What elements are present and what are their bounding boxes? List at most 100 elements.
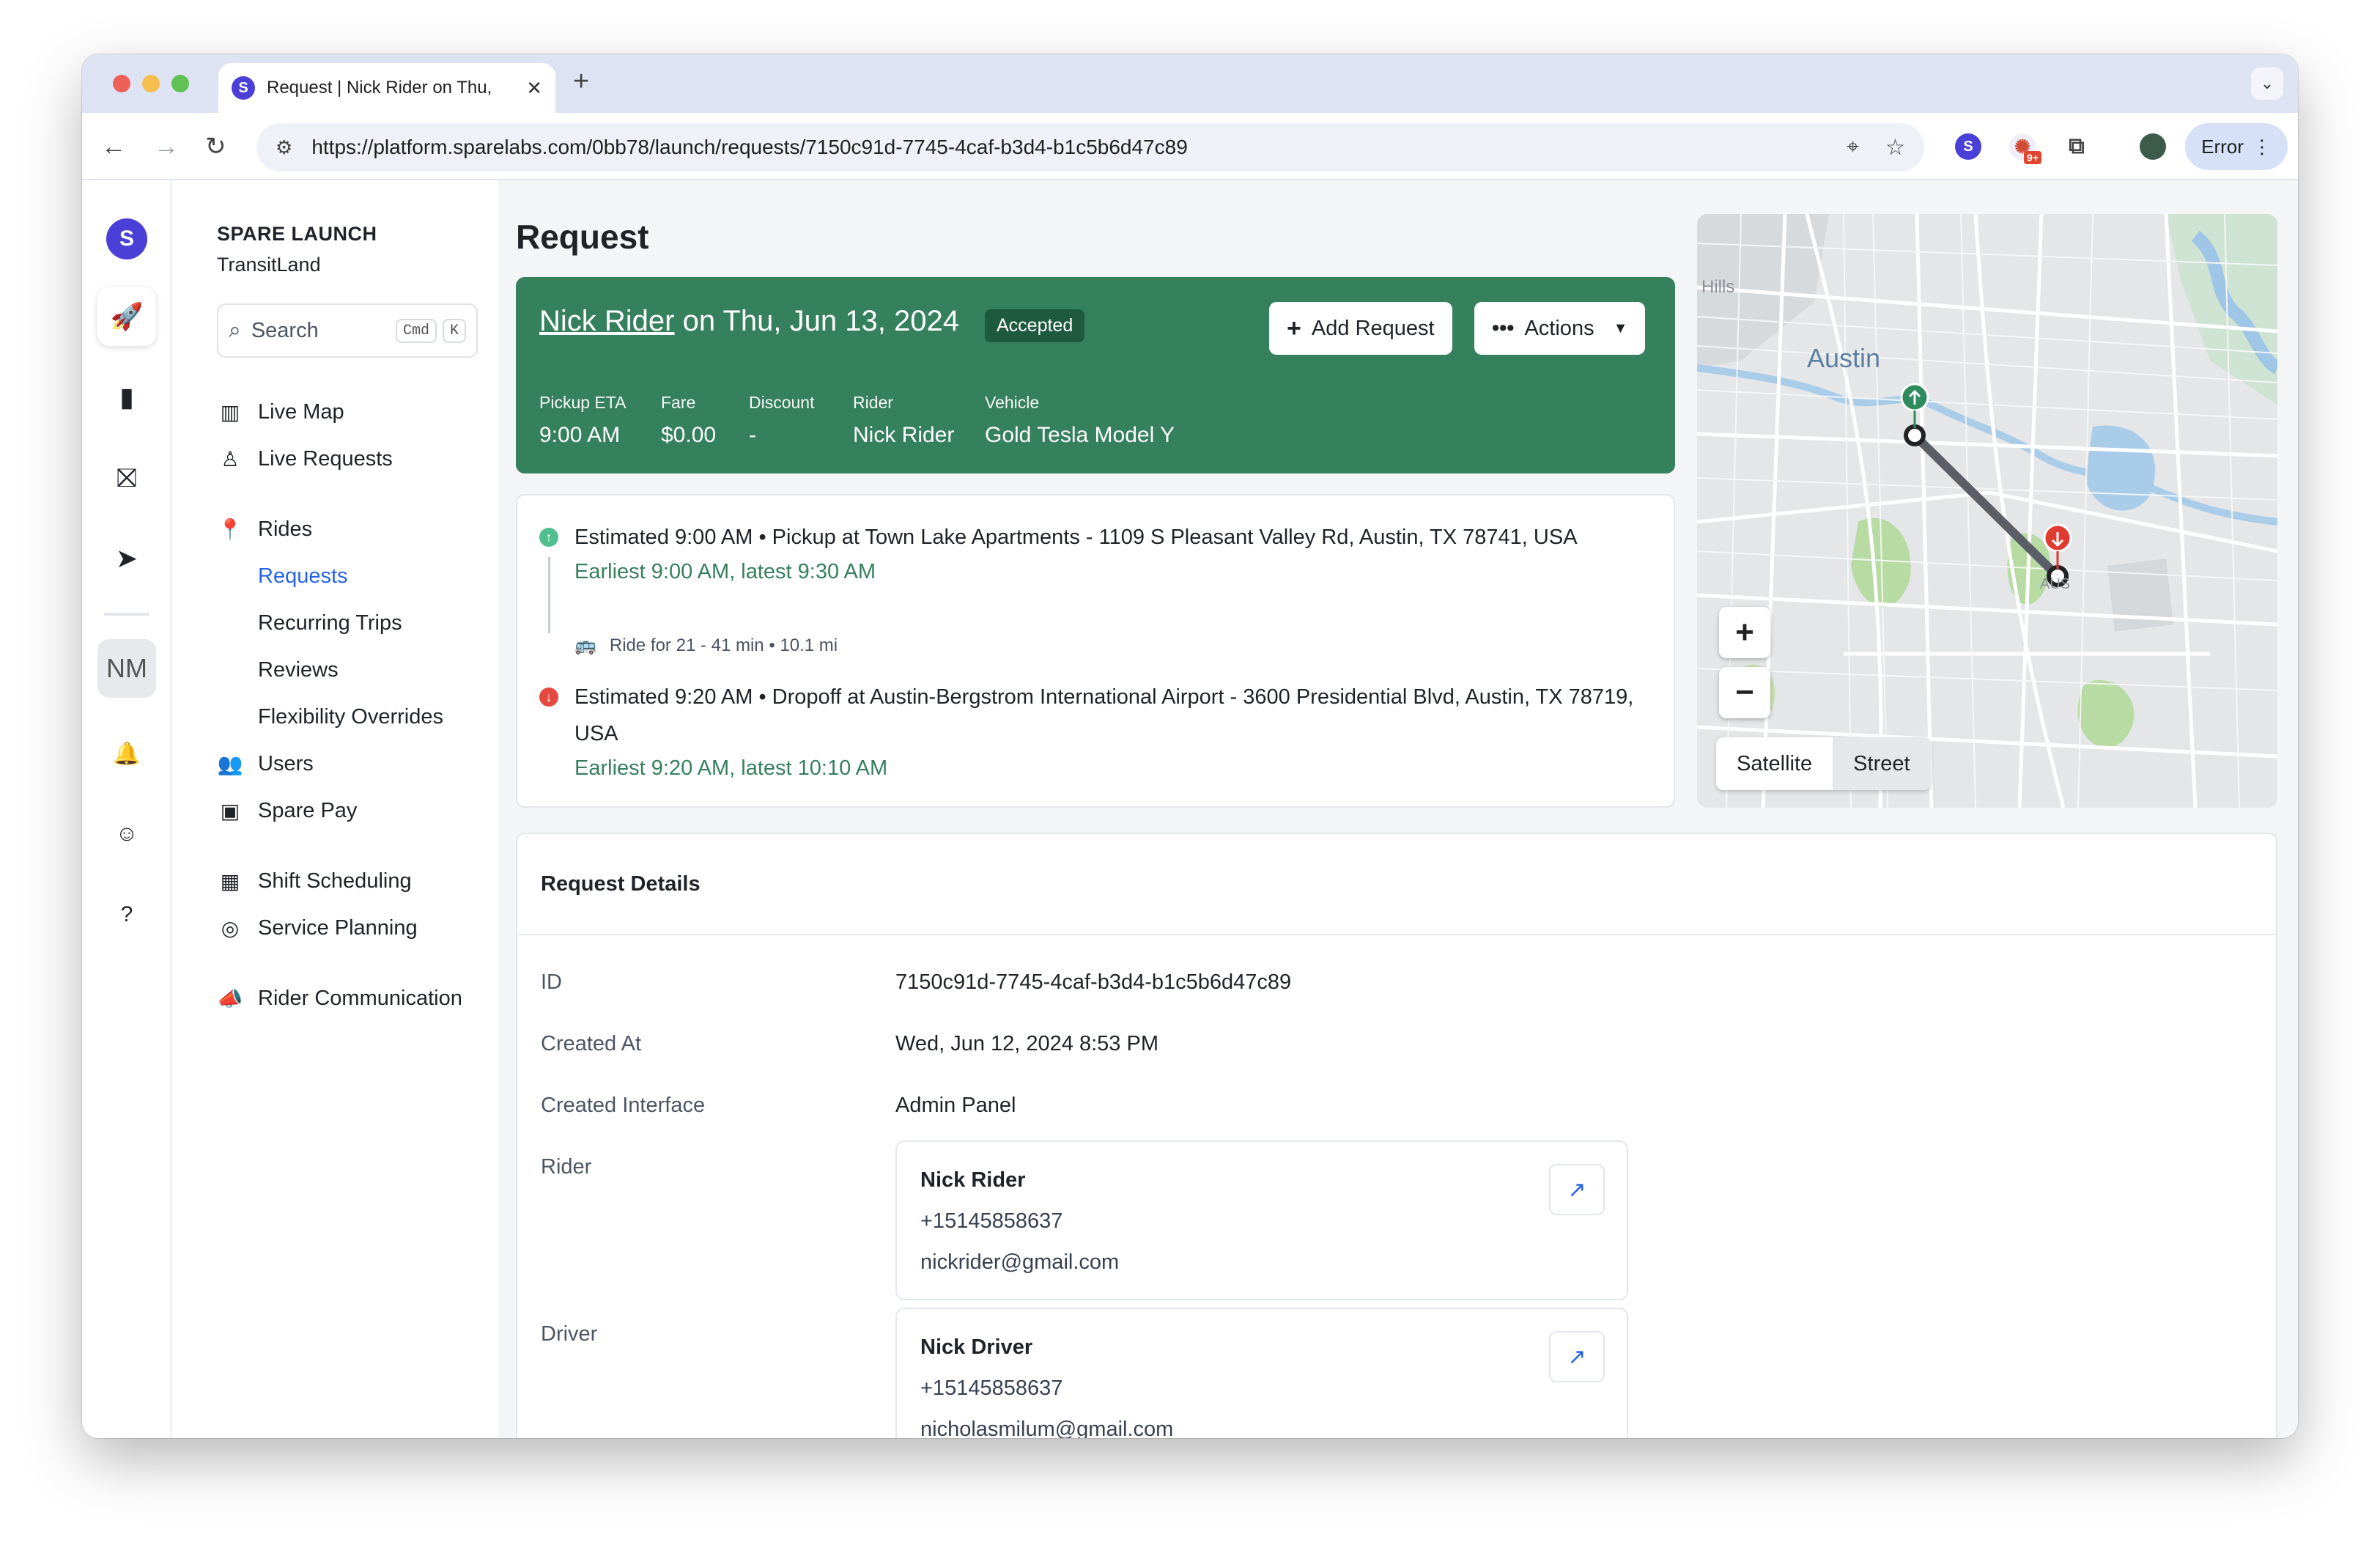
rider-email: nickrider@gmail.com: [920, 1250, 1120, 1274]
created-at-value: Wed, Jun 12, 2024 8:53 PM: [895, 1032, 1158, 1055]
actions-button[interactable]: ••• Actions ▼: [1474, 302, 1646, 355]
sidebar-item-label: Spare Pay: [258, 799, 358, 822]
calendar-icon: ▦: [220, 870, 240, 893]
kbd-k: K: [442, 318, 466, 343]
profile-error-button[interactable]: Error ⋮: [2185, 123, 2288, 170]
spare-logo: S: [106, 218, 147, 259]
extension-badge-icon[interactable]: ✺ 9+: [2009, 133, 2041, 164]
bookmark-star-icon[interactable]: ☆: [1885, 135, 1905, 161]
sidebar-item-label: Rider Communication: [258, 987, 462, 1010]
app-root: S 🚀 ▮ ⛝ ➤ NM 🔔 ☺ ? SPARE LAUNCH TransitL…: [82, 180, 2298, 1438]
rider-name: Nick Rider: [920, 1168, 1026, 1192]
search-label: Search: [251, 318, 319, 342]
spare-extension-icon[interactable]: S: [1955, 133, 1981, 160]
add-request-button[interactable]: + Add Request: [1269, 302, 1452, 355]
stat-label: Pickup ETA: [539, 393, 627, 412]
stat-value: Gold Tesla Model Y: [985, 423, 1175, 447]
browser-tab[interactable]: S Request | Nick Rider on Thu, ✕: [218, 63, 555, 113]
user-initials-avatar[interactable]: NM: [97, 639, 156, 698]
tab-search-chevron-icon[interactable]: ⌄: [2251, 67, 2283, 100]
profile-error-label: Error: [2201, 135, 2244, 158]
new-tab-button[interactable]: +: [573, 66, 589, 97]
stat-pickup-eta: Pickup ETA 9:00 AM: [539, 393, 626, 448]
extensions-puzzle-icon[interactable]: ⧉: [2063, 133, 2090, 160]
driver-name: Nick Driver: [920, 1335, 1033, 1359]
close-window-button[interactable]: [113, 75, 130, 92]
megaphone-icon: 📣: [217, 987, 243, 1010]
forward-arrow-icon[interactable]: →: [154, 129, 179, 164]
sidebar-item-requests[interactable]: Requests: [258, 564, 348, 589]
sidebar-item-shift-scheduling[interactable]: ▦ Shift Scheduling: [217, 869, 412, 893]
paper-plane-icon[interactable]: ➤: [97, 529, 156, 588]
minimize-window-button[interactable]: [142, 75, 160, 92]
stat-rider: Rider Nick Rider: [853, 393, 954, 448]
reload-icon[interactable]: ↻: [205, 129, 226, 164]
tab-favicon: S: [232, 76, 255, 100]
pickup-text: Estimated 9:00 AM • Pickup at Town Lake …: [574, 526, 1578, 549]
route-map[interactable]: Austin Hills AUS + − Satellite Street: [1697, 214, 2277, 808]
sidebar-item-spare-pay[interactable]: ▣ Spare Pay: [217, 799, 358, 823]
sidebar-item-recurring-trips[interactable]: Recurring Trips: [258, 611, 402, 635]
bar-chart-icon[interactable]: ▮: [97, 368, 156, 427]
open-driver-external-link-icon[interactable]: ↗: [1549, 1331, 1605, 1382]
address-bar[interactable]: ⚙ https://platform.sparelabs.com/0bb78/l…: [256, 123, 1924, 172]
search-box[interactable]: ⌕ Search Cmd K: [217, 303, 478, 358]
wallet-icon: ▣: [220, 800, 240, 822]
rider-label: Rider: [541, 1155, 592, 1179]
bell-icon[interactable]: 🔔: [97, 724, 156, 783]
users-icon: 👥: [217, 753, 243, 775]
zoom-out-button[interactable]: −: [1719, 667, 1770, 718]
satellite-toggle-button[interactable]: Satellite: [1716, 737, 1833, 790]
sidebar-item-rider-communication[interactable]: 📣 Rider Communication: [217, 987, 462, 1011]
ride-info: 🚌 Ride for 21 - 41 min • 10.1 mi: [574, 635, 838, 656]
sidebar-item-label: Shift Scheduling: [258, 869, 412, 893]
sidebar-item-live-requests[interactable]: ♙ Live Requests: [217, 447, 392, 471]
stat-value: $0.00: [661, 423, 717, 447]
id-label: ID: [541, 970, 562, 994]
url-text[interactable]: https://platform.sparelabs.com/0bb78/lau…: [311, 136, 1820, 159]
actions-label: Actions: [1524, 316, 1594, 340]
icon-rail: S 🚀 ▮ ⛝ ➤ NM 🔔 ☺ ?: [82, 180, 171, 1438]
created-interface-value: Admin Panel: [895, 1094, 1016, 1117]
map-pin-off-icon[interactable]: ⛝: [97, 449, 156, 507]
request-banner: Nick Rider on Thu, Jun 13, 2024 Accepted…: [516, 277, 1675, 473]
profile-avatar[interactable]: [2140, 133, 2166, 160]
map-airport-label: AUS: [2040, 576, 2071, 592]
sidebar-nav: SPARE LAUNCH TransitLand ⌕ Search Cmd K …: [171, 180, 498, 1438]
open-rider-external-link-icon[interactable]: ↗: [1549, 1164, 1605, 1215]
add-request-label: Add Request: [1311, 316, 1435, 340]
driver-card: Nick Driver +15145858637 nicholasmilum@g…: [895, 1308, 1628, 1438]
sidebar-item-users[interactable]: 👥 Users: [217, 752, 314, 776]
rail-logo[interactable]: S: [97, 210, 156, 268]
back-arrow-icon[interactable]: ←: [101, 129, 126, 164]
tenant-name: TransitLand: [217, 254, 321, 276]
sidebar-item-reviews[interactable]: Reviews: [258, 658, 339, 682]
sidebar-item-flexibility-overrides[interactable]: Flexibility Overrides: [258, 705, 443, 729]
tab-close-icon[interactable]: ✕: [526, 77, 542, 100]
pickup-arrow-icon: ↑: [539, 528, 558, 547]
main-content: Request Nick Rider on Thu, Jun 13, 2024 …: [498, 180, 2298, 1438]
stat-label: Vehicle: [985, 393, 1040, 412]
rocket-icon[interactable]: 🚀: [97, 287, 156, 346]
rider-name-link[interactable]: Nick Rider: [539, 305, 674, 337]
tab-strip: S Request | Nick Rider on Thu, ✕ + ⌄: [82, 54, 2298, 113]
caret-down-icon: ▼: [1613, 320, 1628, 336]
created-interface-label: Created Interface: [541, 1094, 706, 1117]
sidebar-item-service-planning[interactable]: ◎ Service Planning: [217, 916, 418, 940]
bus-icon: 🚌: [574, 635, 596, 655]
help-icon[interactable]: ?: [97, 885, 156, 944]
sidebar-item-rides[interactable]: 📍 Rides: [217, 517, 313, 542]
site-settings-icon[interactable]: ⚙: [276, 136, 292, 159]
agent-icon[interactable]: ☺: [97, 805, 156, 863]
stat-vehicle: Vehicle Gold Tesla Model Y: [985, 393, 1175, 448]
request-details-card: Request Details ID 7150c91d-7745-4caf-b3…: [516, 833, 2277, 1438]
status-badge: Accepted: [985, 309, 1085, 342]
location-icon[interactable]: ⌖: [1847, 135, 1859, 160]
dropoff-window: Earliest 9:20 AM, latest 10:10 AM: [574, 756, 888, 780]
dropoff-text: Estimated 9:20 AM • Dropoff at Austin-Be…: [574, 685, 1634, 745]
maximize-window-button[interactable]: [171, 75, 189, 92]
street-toggle-button[interactable]: Street: [1833, 737, 1931, 790]
zoom-in-button[interactable]: +: [1719, 607, 1770, 658]
created-at-label: Created At: [541, 1032, 642, 1055]
sidebar-item-live-map[interactable]: ▥ Live Map: [217, 400, 344, 424]
